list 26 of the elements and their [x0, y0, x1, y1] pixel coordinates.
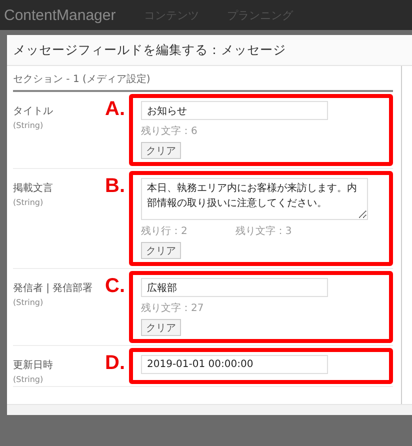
field-label: 掲載文言	[13, 182, 54, 195]
section-heading: セクション - 1 (メディア設定)	[13, 66, 393, 92]
annotation-letter: A.	[105, 98, 126, 120]
remaining-count: 残り文字：3	[235, 224, 292, 238]
annotation-letter: C.	[105, 275, 126, 297]
field-type: (String)	[13, 375, 44, 384]
remaining-count: 残り文字：27	[141, 302, 204, 315]
clear-button[interactable]: クリア	[141, 142, 181, 159]
field-type: (String)	[13, 121, 44, 130]
brand-name[interactable]: ContentManager	[4, 6, 116, 24]
annotation-letter: B.	[105, 175, 126, 197]
field-label: タイトル	[13, 105, 54, 118]
field-type: (String)	[13, 298, 44, 307]
annotation-letter: D.	[105, 352, 126, 374]
input-field[interactable]: 広報部	[141, 278, 328, 297]
input-field[interactable]: 2019-01-01 00:00:00	[141, 355, 328, 374]
field-label: 発信者 | 発信部署	[13, 282, 94, 295]
dialog-title: メッセージフィールドを編集する：メッセージ	[7, 35, 412, 66]
field-type: (String)	[13, 198, 44, 207]
clear-button[interactable]: クリア	[141, 242, 181, 259]
text-area[interactable]: 本日、執務エリア内にお客様が来訪します。内部情報の取り扱いに注意してください。	[141, 178, 368, 220]
field-label: 更新日時	[13, 358, 54, 372]
remaining-count: 残り文字：6	[141, 124, 198, 138]
clear-button[interactable]: クリア	[141, 319, 181, 336]
input-field[interactable]: お知らせ	[141, 101, 328, 120]
remaining-count: 残り行：2	[141, 224, 188, 238]
